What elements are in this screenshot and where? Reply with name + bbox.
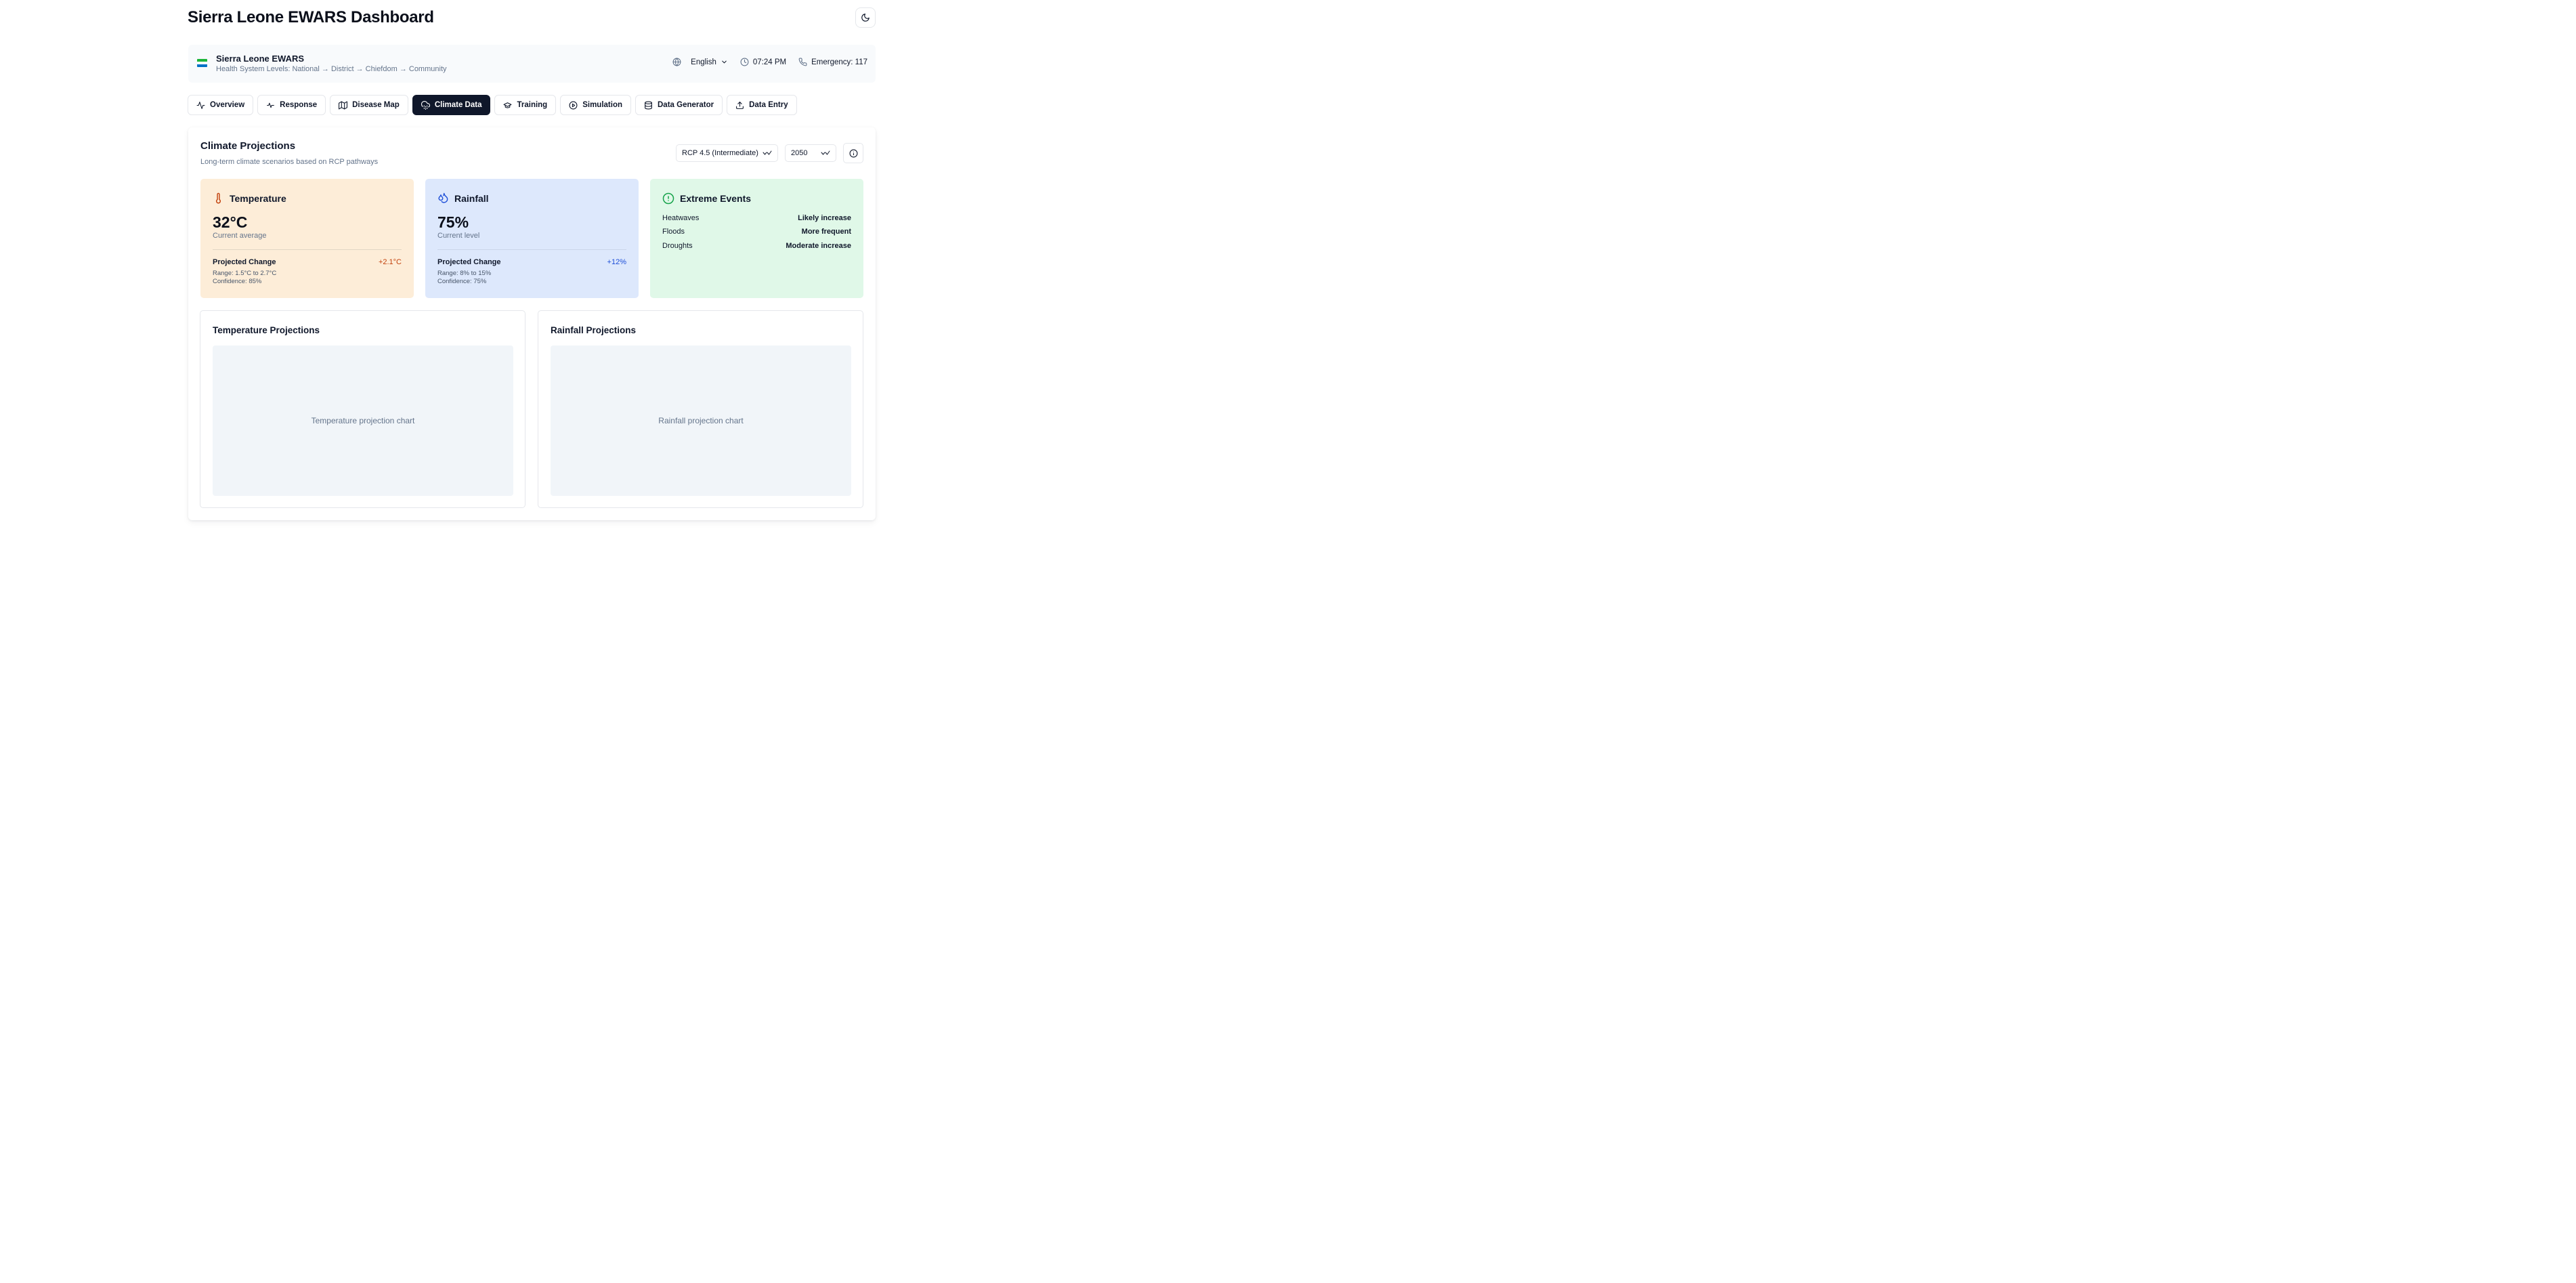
extreme-events-card: Extreme Events Heatwaves Likely increase…	[650, 179, 863, 298]
tab-data-entry[interactable]: Data Entry	[727, 95, 797, 115]
scenario-select[interactable]: RCP 4.5 (Intermediate)	[676, 144, 778, 162]
theme-toggle-button[interactable]	[855, 7, 876, 28]
info-icon	[849, 149, 857, 157]
tab-response[interactable]: Response	[257, 95, 326, 115]
sierra-leone-flag	[197, 59, 207, 67]
flag-stripe-blue	[197, 64, 207, 67]
graduation-cap-icon	[504, 102, 512, 108]
card-title: Climate Projections	[200, 140, 296, 152]
event-row: Floods More frequent	[662, 228, 851, 236]
tab-label: Data Generator	[658, 101, 714, 109]
projected-change-label: Projected Change	[213, 258, 276, 266]
projected-change-label: Projected Change	[437, 258, 501, 266]
temperature-card: Temperature 32°C Current average Project…	[200, 179, 414, 298]
upload-icon	[736, 101, 744, 109]
rainfall-confidence: Confidence: 75%	[437, 278, 487, 285]
alert-circle-icon	[662, 192, 674, 205]
chart-title: Rainfall Projections	[551, 325, 637, 335]
divider	[437, 249, 626, 250]
tab-label: Disease Map	[352, 101, 400, 109]
clock-icon	[740, 58, 749, 66]
temperature-delta: +2.1°C	[378, 258, 402, 266]
chart-title: Temperature Projections	[213, 325, 320, 335]
year-select[interactable]: 2050	[785, 144, 836, 162]
rainfall-chart-placeholder: Rainfall projection chart	[551, 345, 851, 496]
activity-icon	[196, 101, 205, 109]
tab-label: Data Entry	[749, 101, 788, 109]
rainfall-card: Rainfall 75% Current level Projected Cha…	[425, 179, 639, 298]
rainfall-title: Rainfall	[454, 192, 489, 204]
cloud-rain-icon	[421, 100, 430, 110]
event-value: More frequent	[801, 228, 851, 236]
info-button[interactable]	[843, 143, 863, 163]
temperature-range: Range: 1.5°C to 2.7°C	[213, 270, 277, 277]
globe-icon	[672, 58, 681, 66]
main-tabs: Overview Response Disease Map Climate Da…	[188, 95, 797, 115]
temperature-label: Current average	[213, 232, 267, 240]
map-icon	[339, 101, 348, 109]
temperature-value: 32°C	[213, 213, 248, 231]
temperature-projections-card: Temperature Projections Temperature proj…	[200, 310, 525, 508]
moon-icon	[861, 14, 870, 22]
extreme-events-title: Extreme Events	[680, 193, 752, 204]
tab-label: Response	[280, 101, 318, 109]
rainfall-range: Range: 8% to 15%	[437, 270, 492, 277]
tab-training[interactable]: Training	[494, 95, 557, 115]
tab-climate-data[interactable]: Climate Data	[412, 95, 491, 115]
climate-projections-card: Climate Projections Long-term climate sc…	[188, 127, 876, 520]
chevron-down-icon	[821, 150, 830, 155]
pulse-icon	[267, 102, 275, 108]
system-name: Sierra Leone EWARS	[216, 54, 305, 64]
tab-label: Climate Data	[434, 101, 482, 109]
scenario-value: RCP 4.5 (Intermediate)	[682, 149, 758, 157]
event-name: Floods	[662, 228, 685, 236]
chevron-down-icon	[722, 60, 727, 64]
rainfall-delta: +12%	[607, 258, 626, 266]
chart-placeholder-text: Temperature projection chart	[311, 416, 415, 425]
temperature-chart-placeholder: Temperature projection chart	[213, 345, 513, 496]
droplets-icon	[438, 192, 448, 203]
projection-controls: RCP 4.5 (Intermediate) 2050	[676, 143, 863, 163]
divider	[213, 249, 402, 250]
health-system-levels: Health System Levels: National → Distric…	[216, 65, 447, 73]
language-label: English	[691, 58, 716, 66]
database-icon	[645, 101, 652, 109]
tab-label: Training	[517, 101, 548, 109]
rainfall-value: 75%	[437, 213, 469, 231]
event-name: Droughts	[662, 242, 693, 250]
tab-disease-map[interactable]: Disease Map	[330, 95, 408, 115]
event-value: Likely increase	[798, 214, 851, 222]
current-time: 07:24 PM	[752, 58, 787, 66]
event-row: Droughts Moderate increase	[662, 242, 851, 250]
page-title: Sierra Leone EWARS Dashboard	[188, 8, 434, 26]
clock: 07:24 PM	[740, 58, 786, 66]
emergency-number: Emergency: 117	[811, 58, 867, 66]
phone-icon	[798, 58, 807, 66]
language-selector[interactable]: English	[672, 58, 728, 66]
chevron-down-icon	[763, 150, 772, 155]
tab-data-generator[interactable]: Data Generator	[635, 95, 723, 115]
chart-placeholder-text: Rainfall projection chart	[658, 416, 744, 425]
temperature-title: Temperature	[230, 192, 286, 204]
rainfall-projections-card: Rainfall Projections Rainfall projection…	[538, 310, 863, 508]
temperature-confidence: Confidence: 85%	[213, 278, 262, 285]
event-row: Heatwaves Likely increase	[662, 214, 851, 222]
rainfall-label: Current level	[437, 232, 480, 240]
thermometer-icon	[215, 192, 221, 204]
info-bar: Sierra Leone EWARS Health System Levels:…	[188, 45, 876, 83]
event-value: Moderate increase	[786, 242, 851, 250]
year-value: 2050	[791, 149, 808, 157]
tab-simulation[interactable]: Simulation	[560, 95, 631, 115]
event-name: Heatwaves	[662, 214, 700, 222]
tab-label: Overview	[210, 101, 245, 109]
card-subtitle: Long-term climate scenarios based on RCP…	[200, 158, 379, 166]
tab-label: Simulation	[582, 101, 622, 109]
play-circle-icon	[569, 101, 578, 109]
tab-overview[interactable]: Overview	[188, 95, 254, 115]
emergency-contact[interactable]: Emergency: 117	[798, 58, 867, 66]
